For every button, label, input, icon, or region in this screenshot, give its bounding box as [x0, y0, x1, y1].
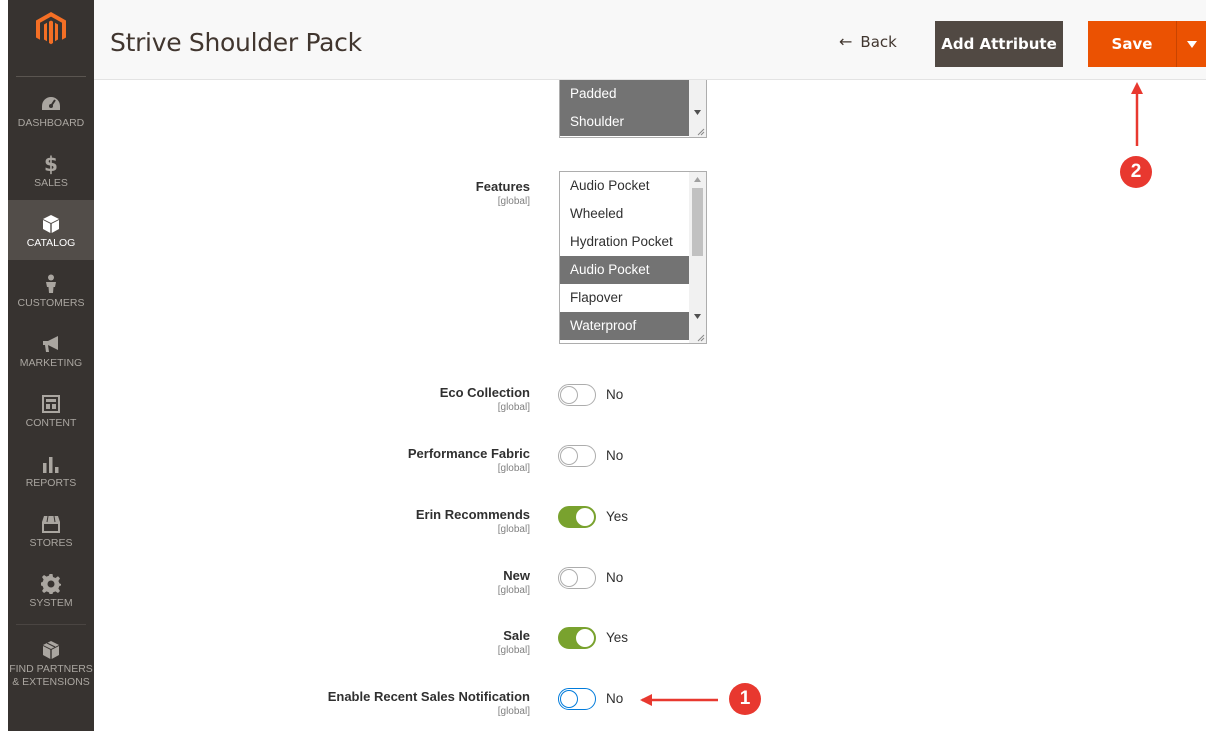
dashboard-gauge-icon	[41, 94, 61, 114]
dollar-icon: $	[44, 152, 58, 176]
strap-option[interactable]: Padded	[560, 80, 690, 108]
sidebar-item-label: CUSTOMERS	[17, 297, 85, 309]
megaphone-icon	[41, 334, 61, 354]
annotation-badge-1: 1	[729, 683, 761, 715]
sidebar-item-dashboard[interactable]: DASHBOARD	[8, 80, 94, 140]
new-value: No	[606, 570, 624, 585]
caret-down-icon	[1186, 40, 1197, 48]
admin-sidebar: DASHBOARD $ SALES CATALOG CUSTOMERS MARK…	[8, 0, 94, 731]
sidebar-item-customers[interactable]: CUSTOMERS	[8, 260, 94, 320]
back-label: Back	[860, 32, 897, 51]
puzzle-cube-icon	[42, 640, 60, 660]
page-title: Strive Shoulder Pack	[110, 28, 362, 57]
sidebar-item-label: CONTENT	[25, 417, 77, 429]
save-button[interactable]: Save	[1088, 21, 1176, 67]
eco-collection-toggle[interactable]	[558, 384, 596, 406]
add-attribute-button[interactable]: Add Attribute	[935, 21, 1063, 67]
erin-recommends-label: Erin Recommends [global]	[415, 507, 530, 535]
sale-value: Yes	[606, 630, 629, 645]
back-button[interactable]: ← Back	[839, 32, 897, 51]
features-option[interactable]: Hydration Pocket	[560, 228, 690, 256]
features-option[interactable]: Wheeled	[560, 200, 690, 228]
sidebar-item-label: SYSTEM	[29, 597, 73, 609]
sidebar-item-system[interactable]: SYSTEM	[8, 560, 94, 620]
features-option[interactable]: Audio Pocket	[560, 172, 690, 200]
scrollbar[interactable]	[689, 172, 706, 343]
eco-collection-value: No	[606, 387, 624, 402]
enable-recent-sales-notification-label: Enable Recent Sales Notification [global]	[327, 689, 530, 717]
layout-icon	[42, 394, 60, 414]
sidebar-item-catalog[interactable]: CATALOG	[8, 200, 94, 260]
sidebar-item-label: CATALOG	[26, 237, 76, 249]
features-label: Features [global]	[475, 179, 530, 207]
sidebar-item-find-partners[interactable]: FIND PARTNERS & EXTENSIONS	[8, 626, 94, 688]
sidebar-item-label: DASHBOARD	[17, 117, 85, 129]
features-option[interactable]: Waterproof	[560, 312, 690, 340]
arrow-left-icon: ←	[839, 32, 853, 51]
sidebar-item-stores[interactable]: STORES	[8, 500, 94, 560]
cube-icon	[42, 214, 60, 234]
save-options-toggle[interactable]	[1176, 21, 1206, 67]
erin-recommends-toggle[interactable]	[558, 506, 596, 528]
sidebar-item-sales[interactable]: $ SALES	[8, 140, 94, 200]
page-header: Strive Shoulder Pack ← Back Add Attribut…	[94, 0, 1206, 80]
resize-handle-icon[interactable]	[695, 126, 705, 136]
sidebar-item-label: REPORTS	[25, 477, 77, 489]
sidebar-item-reports[interactable]: REPORTS	[8, 440, 94, 500]
features-option[interactable]: Audio Pocket	[560, 256, 690, 284]
sidebar-item-content[interactable]: CONTENT	[8, 380, 94, 440]
sidebar-item-label: FIND PARTNERS & EXTENSIONS	[9, 663, 93, 688]
new-label: New [global]	[497, 568, 530, 596]
strap-multiselect[interactable]: Padded Shoulder	[559, 80, 707, 138]
eco-collection-label: Eco Collection [global]	[439, 385, 530, 413]
enable-recent-sales-notification-value: No	[606, 691, 624, 706]
features-option[interactable]: Flapover	[560, 284, 690, 312]
annotation-arrow-up-icon	[1131, 82, 1143, 146]
storefront-icon	[41, 514, 61, 534]
sidebar-item-label: MARKETING	[19, 357, 83, 369]
sidebar-item-label: SALES	[34, 177, 68, 189]
new-toggle[interactable]	[558, 567, 596, 589]
bar-chart-icon	[42, 454, 60, 474]
performance-fabric-value: No	[606, 448, 624, 463]
sale-toggle[interactable]	[558, 627, 596, 649]
gear-icon	[41, 574, 61, 594]
sidebar-item-label: STORES	[29, 537, 73, 549]
strap-option[interactable]: Shoulder	[560, 108, 690, 136]
person-icon	[45, 274, 57, 294]
performance-fabric-label: Performance Fabric [global]	[407, 446, 530, 474]
annotation-badge-2: 2	[1120, 156, 1152, 188]
performance-fabric-toggle[interactable]	[558, 445, 596, 467]
erin-recommends-value: Yes	[606, 509, 629, 524]
enable-recent-sales-notification-toggle[interactable]	[558, 688, 596, 710]
features-multiselect[interactable]: Audio Pocket Wheeled Hydration Pocket Au…	[559, 171, 707, 344]
sale-label: Sale [global]	[497, 628, 530, 656]
annotation-arrow-left-icon	[640, 694, 718, 706]
magento-logo-icon[interactable]	[8, 12, 94, 58]
resize-handle-icon[interactable]	[695, 332, 705, 342]
sidebar-item-marketing[interactable]: MARKETING	[8, 320, 94, 380]
